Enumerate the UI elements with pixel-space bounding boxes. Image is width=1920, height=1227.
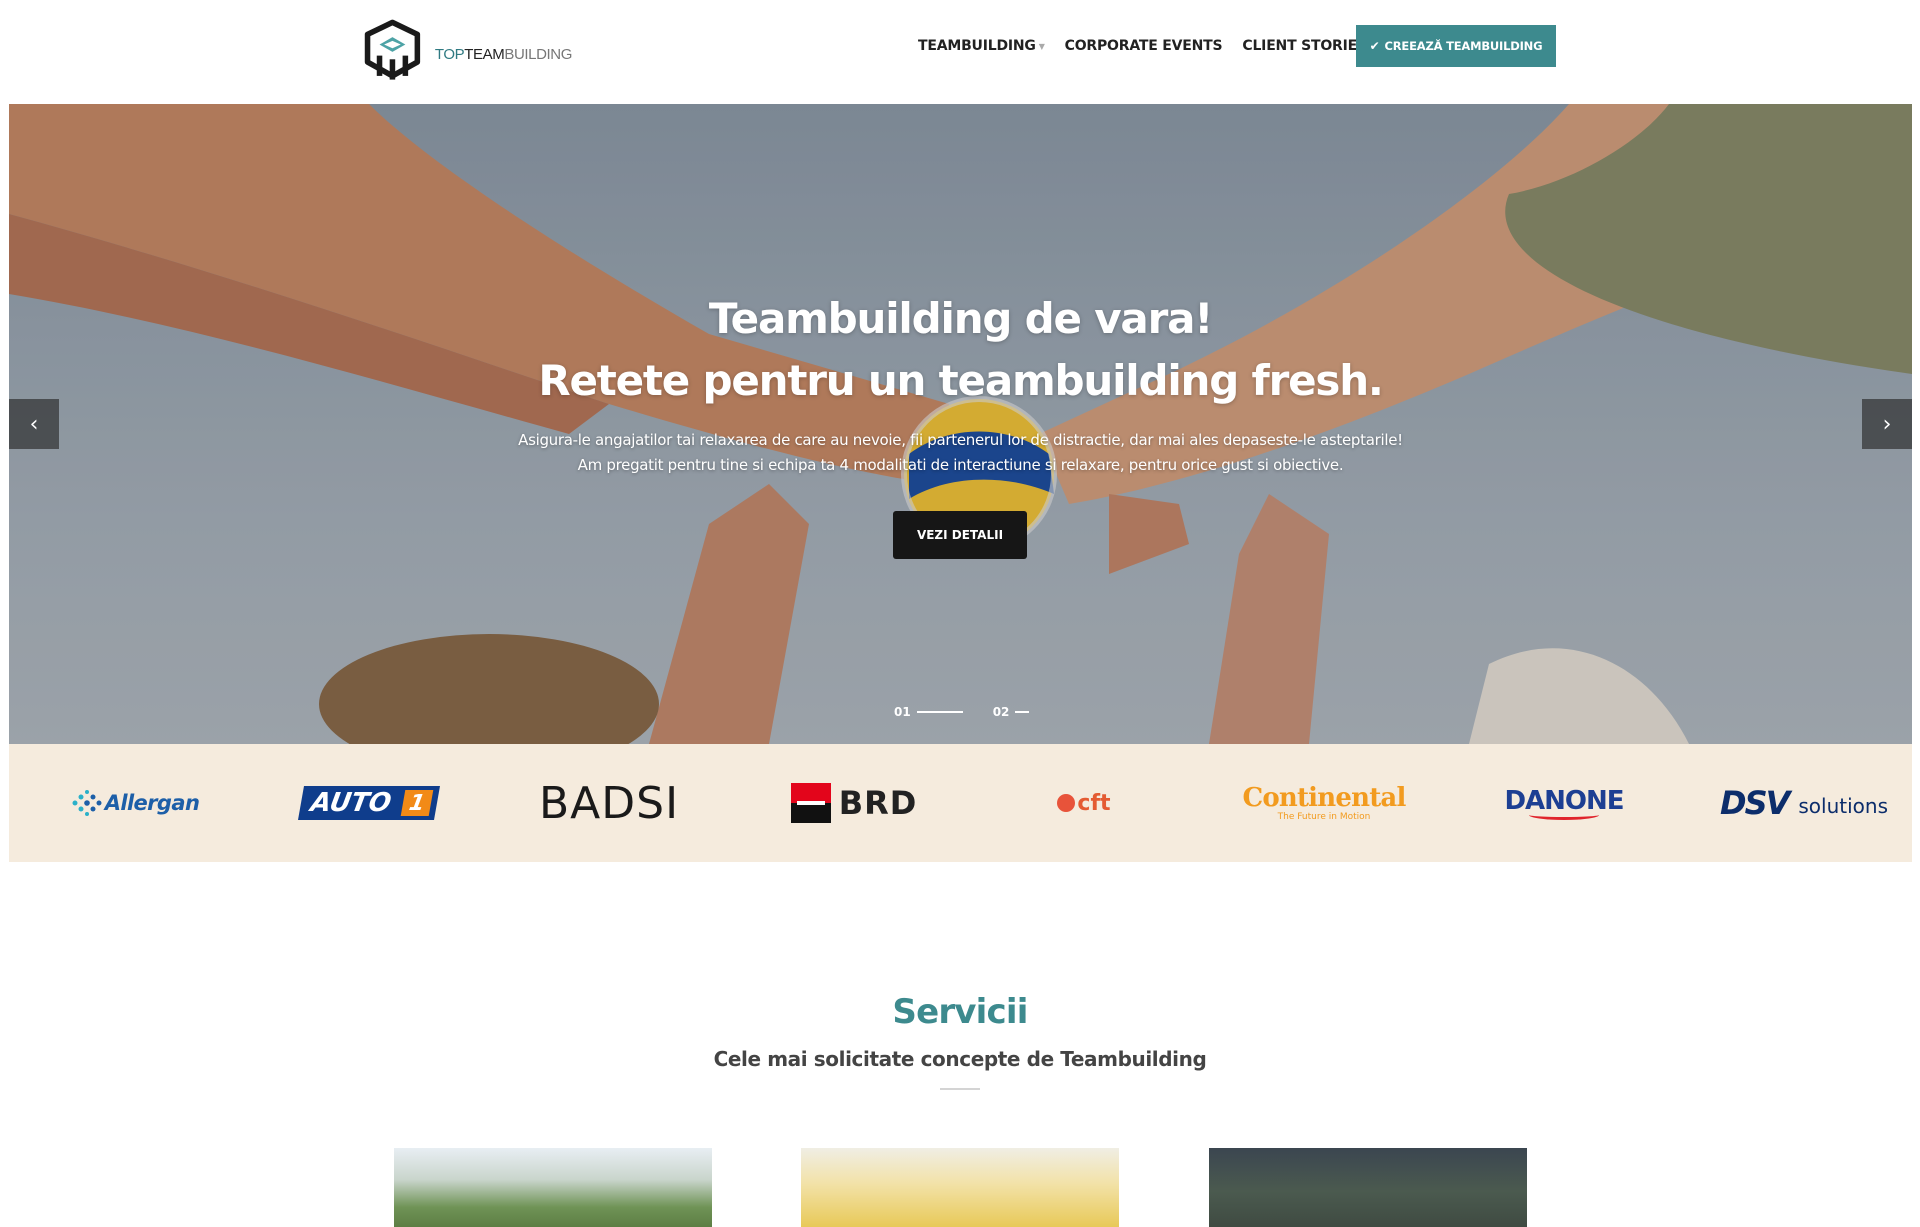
create-teambuilding-button[interactable]: ✔ CREEAZĂ TEAMBUILDING bbox=[1356, 25, 1556, 67]
slide-number: 02 bbox=[992, 705, 1010, 719]
site-header: TOPTEAMBUILDING TEAMBUILDING ▼ CORPORATE… bbox=[0, 0, 1920, 104]
services-title: Servicii bbox=[892, 992, 1028, 1032]
client-logos-band: Allergan AUTO 1 BADSI BRD cft Continenta… bbox=[9, 744, 1912, 862]
client-logo-danone: DANONE bbox=[1499, 744, 1629, 862]
hero-subtitle-line-2: Am pregatit pentru tine si echipa ta 4 m… bbox=[577, 456, 1344, 474]
allergan-dots-icon bbox=[72, 790, 102, 816]
logo-text-top: TOP bbox=[434, 45, 465, 63]
client-logo-dsv: DSV solutions bbox=[1704, 744, 1904, 862]
nav-item-teambuilding[interactable]: TEAMBUILDING ▼ bbox=[918, 38, 1045, 54]
cft-ball-icon bbox=[1057, 794, 1076, 812]
client-logo-continental: Continental The Future in Motion bbox=[1239, 744, 1409, 862]
chevron-right-icon: › bbox=[1882, 411, 1892, 437]
service-card-1[interactable] bbox=[394, 1148, 712, 1227]
client-logo-allergan: Allergan bbox=[64, 744, 204, 862]
client-logo-cft: cft bbox=[1039, 744, 1129, 862]
client-name: Continental bbox=[1242, 783, 1406, 813]
slide-indicator-2[interactable]: 02 bbox=[993, 705, 1030, 719]
service-card-2[interactable] bbox=[801, 1148, 1119, 1227]
client-name: AUTO bbox=[308, 788, 394, 818]
check-icon: ✔ bbox=[1369, 39, 1380, 53]
slider-pagination: 01 02 bbox=[894, 705, 1059, 719]
logo-wordmark: TOPTEAMBUILDING bbox=[434, 45, 573, 63]
slide-number: 01 bbox=[894, 705, 911, 719]
chevron-left-icon: ‹ bbox=[29, 411, 39, 437]
logo-text-building: BUILDING bbox=[504, 45, 572, 63]
chevron-down-icon: ▼ bbox=[1038, 41, 1045, 51]
cta-label: CREEAZĂ TEAMBUILDING bbox=[1384, 39, 1543, 53]
slide-progress-bar bbox=[916, 711, 963, 713]
nav-item-client-stories[interactable]: CLIENT STORIES bbox=[1242, 38, 1367, 54]
client-name: BRD bbox=[838, 784, 918, 822]
see-details-button[interactable]: VEZI DETALII bbox=[893, 511, 1027, 559]
hero-title-line-1: Teambuilding de vara! bbox=[708, 294, 1214, 343]
nav-item-label: CLIENT STORIES bbox=[1242, 38, 1367, 54]
services-subtitle: Cele mai solicitate concepte de Teambuil… bbox=[713, 1047, 1207, 1071]
auto1-logo-box: AUTO 1 bbox=[298, 786, 440, 820]
logo-text-team: TEAM bbox=[464, 45, 505, 63]
nav-item-label: CORPORATE EVENTS bbox=[1064, 38, 1223, 54]
hero-title-line-2: Retete pentru un teambuilding fresh. bbox=[538, 356, 1384, 405]
client-name: Allergan bbox=[104, 791, 200, 815]
main-nav: TEAMBUILDING ▼ CORPORATE EVENTS CLIENT S… bbox=[918, 38, 1387, 54]
client-logo-brd: BRD bbox=[779, 744, 929, 862]
section-divider bbox=[940, 1088, 980, 1090]
slide-indicator-1[interactable]: 01 bbox=[894, 705, 963, 719]
brd-square-icon bbox=[790, 783, 831, 823]
client-tagline: The Future in Motion bbox=[1277, 812, 1371, 822]
client-subname: solutions bbox=[1798, 794, 1888, 818]
site-logo[interactable]: TOPTEAMBUILDING bbox=[362, 16, 572, 86]
slide-progress-bar bbox=[1015, 711, 1030, 713]
client-name: DSV bbox=[1720, 784, 1790, 822]
client-logo-badsi: BADSI bbox=[538, 777, 680, 829]
client-logo-auto1: AUTO 1 bbox=[298, 744, 440, 862]
logo-cube-icon bbox=[364, 19, 421, 80]
hero-slider: Teambuilding de vara! Retete pentru un t… bbox=[9, 104, 1912, 744]
hero-overlay bbox=[9, 104, 1912, 744]
client-name: cft bbox=[1077, 790, 1111, 816]
slider-next-button[interactable]: › bbox=[1862, 399, 1912, 449]
nav-item-corporate-events[interactable]: CORPORATE EVENTS bbox=[1065, 38, 1223, 54]
auto1-number: 1 bbox=[400, 790, 434, 816]
service-card-3[interactable] bbox=[1209, 1148, 1527, 1227]
hero-subtitle-line-1: Asigura-le angajatilor tai relaxarea de … bbox=[518, 431, 1403, 449]
danone-smile-icon bbox=[1529, 810, 1599, 820]
nav-item-label: TEAMBUILDING bbox=[918, 38, 1036, 54]
slider-prev-button[interactable]: ‹ bbox=[9, 399, 59, 449]
